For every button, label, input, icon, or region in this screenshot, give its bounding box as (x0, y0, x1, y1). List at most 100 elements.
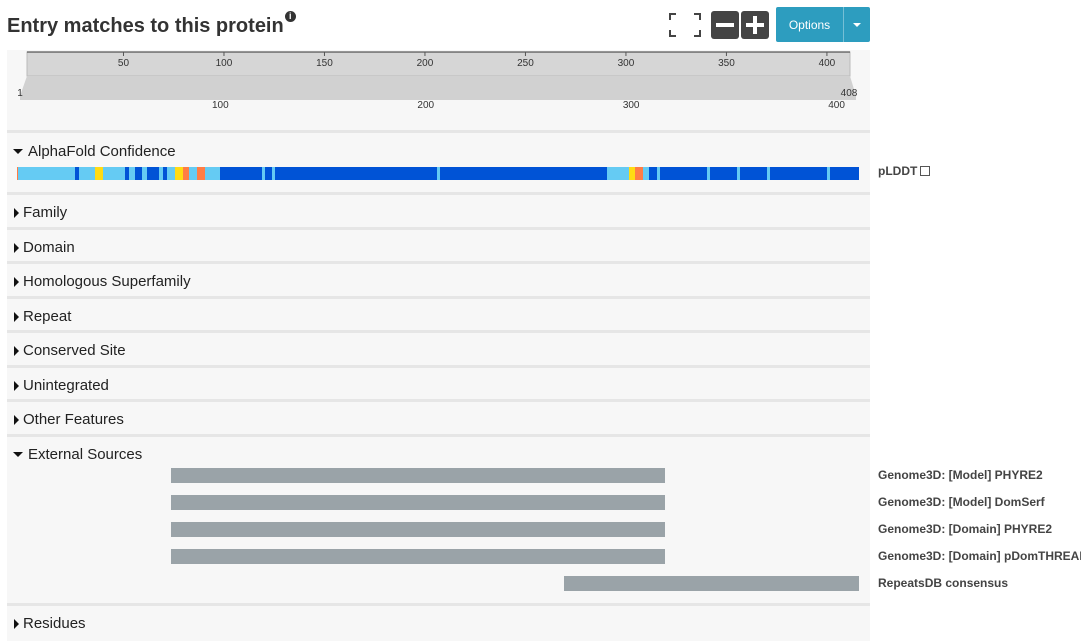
section-label: Repeat (23, 308, 72, 325)
ruler-bottom-tick-label: 400 (828, 100, 845, 111)
caret-down-icon (13, 149, 23, 154)
unintegrated-section: Unintegrated (7, 365, 870, 400)
section-label: Domain (23, 239, 75, 256)
ruler-graphic (20, 51, 856, 100)
external-source-track-label[interactable]: Genome3D: [Domain] PHYRE2 (878, 522, 1052, 536)
homologous-superfamily-section: Homologous Superfamily (7, 261, 870, 297)
unintegrated-header[interactable]: Unintegrated (14, 377, 109, 394)
ruler-top-tick-label: 50 (117, 58, 130, 69)
plddt-segment (189, 167, 197, 180)
fullscreen-icon[interactable] (668, 12, 702, 38)
conserved-site-header[interactable]: Conserved Site (14, 342, 126, 359)
external-link-icon (920, 166, 931, 176)
page-title-text: Entry matches to this protein (7, 15, 284, 37)
caret-right-icon (14, 414, 19, 425)
ruler-top-tick-label: 300 (617, 58, 635, 69)
ruler-bottom-tick-label: 100 (212, 100, 229, 111)
repeat-header[interactable]: Repeat (14, 308, 71, 325)
plddt-track-label[interactable]: pLDDT (878, 164, 931, 178)
external-source-track-label[interactable]: RepeatsDB consensus (878, 576, 1008, 590)
section-label: Family (23, 204, 68, 221)
external-source-feature-bar[interactable] (170, 468, 665, 483)
ruler-top-tick-label: 400 (818, 58, 836, 69)
plus-icon (746, 16, 764, 34)
options-dropdown-button[interactable]: Options (776, 7, 870, 42)
plddt-segment (75, 167, 79, 180)
external-source-feature-bar[interactable] (563, 576, 859, 591)
plddt-segment (129, 167, 135, 180)
plddt-segment (657, 167, 660, 180)
plddt-segment (95, 167, 103, 180)
caret-right-icon (14, 618, 19, 629)
plddt-segment (272, 167, 275, 180)
ruler-top-tick-label: 250 (517, 58, 534, 69)
repeat-section: Repeat (7, 296, 870, 331)
ruler-top-tick-label: 350 (718, 58, 735, 69)
external-source-feature-bar[interactable] (170, 495, 665, 510)
plddt-segment (767, 167, 770, 180)
alphafold-header[interactable]: AlphaFold Confidence (13, 143, 176, 160)
minus-icon (716, 23, 734, 27)
caret-down-icon (13, 452, 23, 457)
caret-right-icon (14, 345, 19, 356)
section-label: AlphaFold Confidence (28, 143, 176, 160)
ruler-top-tick-label: 200 (416, 58, 434, 69)
plddt-segment (643, 167, 649, 180)
conserved-site-section: Conserved Site (7, 330, 870, 366)
plddt-segment (183, 167, 189, 180)
ruler-start-label: 1 (17, 88, 23, 99)
residues-header[interactable]: Residues (14, 615, 86, 632)
plddt-segment (607, 167, 629, 180)
section-label: Conserved Site (23, 342, 126, 359)
external-source-track-label[interactable]: Genome3D: [Domain] pDomTHREADER (878, 549, 1081, 563)
caret-right-icon (14, 380, 19, 391)
external-source-track-label[interactable]: Genome3D: [Model] PHYRE2 (878, 468, 1043, 482)
plddt-segment (827, 167, 830, 180)
plddt-segment (142, 167, 147, 180)
section-label: Residues (23, 615, 86, 632)
zoom-out-button[interactable] (711, 11, 739, 39)
plddt-segment (205, 167, 217, 180)
alphafold-section: AlphaFold Confidence (7, 130, 870, 193)
section-label: Homologous Superfamily (23, 273, 191, 290)
page-title: Entry matches to this protein i (7, 11, 296, 38)
plddt-segment (437, 167, 440, 180)
family-section: Family (7, 192, 870, 228)
homologous-superfamily-header[interactable]: Homologous Superfamily (14, 273, 191, 290)
section-label: External Sources (28, 446, 143, 463)
caret-down-icon[interactable] (844, 22, 870, 28)
plddt-segment (117, 167, 120, 180)
plddt-segment (217, 167, 220, 180)
plddt-segment (103, 167, 125, 180)
external-source-feature-bar[interactable] (170, 549, 665, 564)
plddt-segment (147, 167, 159, 180)
plddt-segment (17, 167, 18, 180)
plddt-segment (18, 167, 75, 180)
plddt-segment (159, 167, 163, 180)
family-header[interactable]: Family (14, 204, 67, 221)
plddt-segment (262, 167, 265, 180)
plddt-track[interactable] (17, 167, 859, 180)
domain-section: Domain (7, 227, 870, 262)
caret-right-icon (14, 242, 19, 253)
external-source-feature-bar[interactable] (170, 522, 665, 537)
section-label: Other Features (23, 411, 124, 428)
section-label: Unintegrated (23, 377, 109, 394)
plddt-segment (707, 167, 710, 180)
external-sources-header[interactable]: External Sources (13, 446, 142, 463)
info-icon[interactable]: i (284, 11, 296, 23)
ruler-bottom-tick-label: 200 (417, 100, 435, 111)
plddt-segment (635, 167, 643, 180)
plddt-segment (163, 167, 167, 180)
plddt-segment (197, 167, 205, 180)
ruler-bottom-tick-label: 300 (622, 100, 640, 111)
other-features-header[interactable]: Other Features (14, 411, 124, 428)
domain-header[interactable]: Domain (14, 239, 75, 256)
zoom-in-button[interactable] (741, 11, 769, 39)
caret-right-icon (14, 207, 19, 218)
ruler-top-tick-label: 100 (215, 58, 233, 69)
plddt-segment (125, 167, 129, 180)
sequence-ruler[interactable]: 1 408 50 100 150 200 250 300 350 400 100 200 300 4… (7, 50, 870, 130)
external-source-track-label[interactable]: Genome3D: [Model] DomSerf (878, 495, 1045, 509)
plddt-segment (175, 167, 183, 180)
